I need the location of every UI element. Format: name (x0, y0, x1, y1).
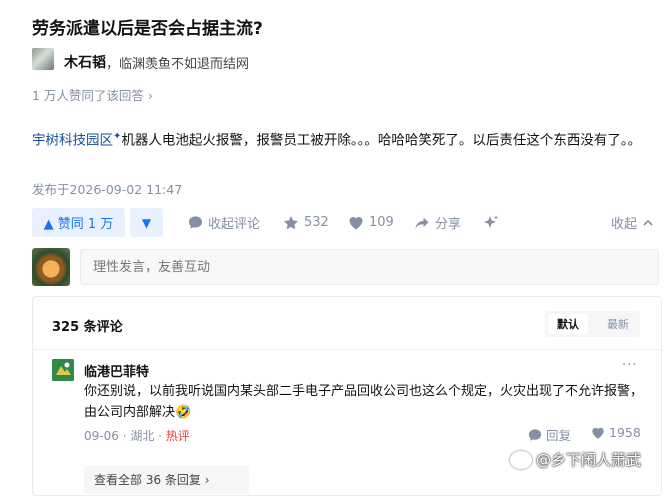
share-icon (415, 217, 429, 228)
publish-time: 发布于2026-09-02 11:47 (32, 182, 183, 197)
comment-meta: 09-06 · 湖北 · 热评 (84, 429, 190, 443)
watermark: @乡下闲人萧武 (510, 449, 641, 470)
author-avatar[interactable] (32, 48, 54, 70)
comment-toggle-label: 收起评论 (208, 217, 261, 232)
sort-default-button[interactable]: 默认 (548, 314, 588, 334)
reply-button[interactable]: 回复 (528, 425, 571, 444)
sparkle-icon (484, 215, 498, 228)
star-icon (284, 215, 298, 229)
commenter-name[interactable]: 临港巴菲特 (84, 361, 149, 380)
comment-date: 09-06 (84, 429, 119, 443)
hot-badge: 热评 (165, 429, 190, 443)
downvote-button[interactable]: ▼ (130, 208, 163, 237)
commenter-avatar[interactable] (52, 359, 74, 381)
author-name[interactable]: 木石韬 (64, 52, 106, 72)
comment-text: 你还别说，以前我听说国内某头部二手电子产品回收公司也这么个规定，火灾出现了不允许… (84, 384, 644, 420)
question-title[interactable]: 劳务派遣以后是否会占据主流? (32, 14, 263, 39)
answer-text: 机器人电池起火报警，报警员工被开除。。。哈哈哈笑死了。以后责任这个东西没有了。。 (121, 132, 642, 149)
collapse-label: 收起 (611, 217, 638, 232)
comment-location: 湖北 (130, 429, 155, 443)
comment-input[interactable] (80, 249, 659, 285)
topic-link[interactable]: 宇树科技园区 (32, 133, 113, 149)
comment-like-button[interactable]: 1958 (591, 425, 641, 440)
divider (33, 349, 661, 350)
heart-icon (592, 427, 604, 439)
answer-content: 宇树科技园区✦机器人电池起火报警，报警员工被开除。。。哈哈哈笑死了。以后责任这个… (32, 125, 662, 153)
more-icon[interactable]: ··· (622, 358, 637, 373)
voters-link[interactable]: 1 万人赞同了该回答 › (32, 85, 153, 104)
heart-icon (349, 216, 363, 229)
comment-like-count: 1958 (609, 425, 641, 440)
comment-toggle-button[interactable]: 收起评论 (188, 208, 260, 237)
view-all-replies-button[interactable]: 查看全部 36 条回复 › (84, 466, 249, 494)
favorite-button[interactable]: 532 (283, 208, 329, 237)
ai-button[interactable] (482, 208, 500, 237)
reply-icon (528, 428, 542, 441)
upvote-button[interactable]: ▲ 赞同 1 万 (32, 208, 125, 237)
share-label: 分享 (435, 217, 462, 232)
comment-count: 325 条评论 (52, 320, 123, 335)
upvote-label: ▲ 赞同 1 万 (43, 217, 114, 232)
sort-latest-button[interactable]: 最新 (598, 314, 638, 334)
share-button[interactable]: 分享 (414, 208, 461, 237)
collapse-button[interactable]: 收起 (611, 208, 654, 237)
user-avatar (32, 248, 70, 286)
favorite-count: 532 (304, 215, 329, 230)
reply-label: 回复 (546, 428, 572, 443)
author-bio: ，临渊羡鱼不如退而结网 (106, 57, 250, 72)
like-count: 109 (369, 215, 394, 230)
comment-icon (188, 216, 203, 229)
downvote-icon: ▼ (141, 215, 152, 230)
chevron-up-icon (643, 219, 653, 226)
watermark-text: @乡下闲人萧武 (536, 451, 642, 469)
weibo-logo-icon (510, 450, 532, 469)
like-button[interactable]: 109 (348, 208, 394, 237)
